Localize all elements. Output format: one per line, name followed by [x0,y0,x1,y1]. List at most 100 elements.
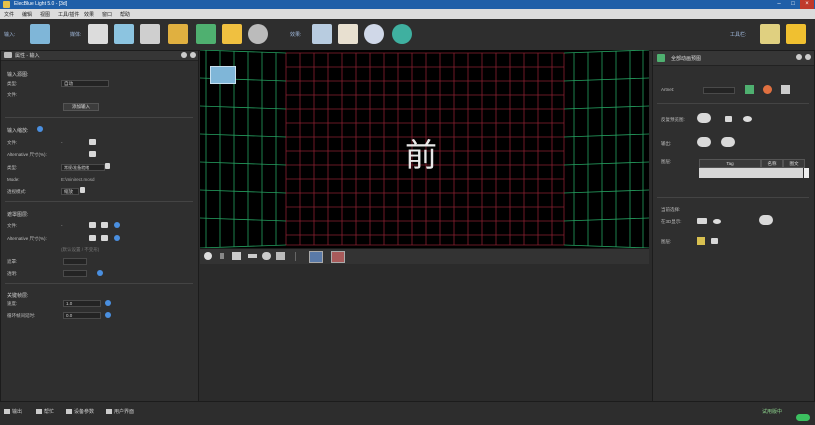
media-layers-icon[interactable] [168,24,188,44]
close-button[interactable]: × [800,0,814,9]
alt-browse-icon[interactable] [89,151,96,157]
menu-tools[interactable]: 工具/插件 [58,11,79,18]
type-select[interactable]: 自动 [61,80,109,87]
eye-icon[interactable] [743,116,752,122]
alt2-label: Alternative 尺寸(%): [7,236,47,241]
status-trial: 试用版中 [762,409,783,415]
viewport-toolbar [200,248,649,264]
artnet-record-icon[interactable] [763,85,772,94]
menu-window[interactable]: 窗口 [102,11,112,18]
blend-select[interactable]: 缩放 [61,188,79,195]
media-monitor-icon[interactable] [114,24,134,44]
speed-info-icon[interactable] [105,300,111,306]
info-icon[interactable] [37,126,43,132]
artnet-connect-icon[interactable] [745,85,754,94]
output-cloud2-icon[interactable] [721,137,735,147]
disc-icon[interactable] [364,24,384,44]
speed-input[interactable]: 1.0 [63,300,101,307]
view-camera-icon[interactable] [210,66,236,84]
camera-view-icon[interactable] [276,252,285,260]
alpha-input[interactable] [63,258,87,265]
media-sequence-icon[interactable] [196,24,216,44]
ruler-icon[interactable] [248,254,257,258]
divider [5,283,193,284]
binoculars-icon[interactable] [312,24,332,44]
selection-cloud-icon[interactable] [759,215,773,225]
menu-effects[interactable]: 效果 [84,11,94,18]
render-mode-icon[interactable] [331,251,345,263]
add-input-button[interactable]: 添加输入 [63,103,99,111]
mask-browse-icon[interactable] [89,222,96,228]
loop-info-icon[interactable] [105,312,111,318]
hint-text: (默认设置 / 不变形) [61,247,100,252]
help-tab-icon [36,409,42,415]
panel-pin-icon[interactable] [796,54,802,60]
table-header-tag[interactable]: Tag [699,159,761,168]
status-help[interactable]: 帮忙 [36,408,54,415]
empty-workspace [200,264,649,401]
layer-edit-icon[interactable] [711,238,718,244]
table-header-image[interactable]: 图文 [783,159,805,168]
media-color-icon[interactable] [222,24,242,44]
output-cloud-icon[interactable] [697,137,711,147]
current-selection-label: 当前选择: [661,207,681,212]
artnet-settings-icon[interactable] [781,85,790,94]
alt2-clear-icon[interactable] [101,235,108,241]
menu-view[interactable]: 视图 [40,11,50,18]
mask-info-icon[interactable] [114,222,120,228]
toolbar-media-label: 媒体: [70,32,82,38]
layer-table-body[interactable] [699,168,803,178]
blend-toggle-icon[interactable] [80,187,85,193]
opacity-input[interactable] [63,270,87,277]
alt2-browse-icon[interactable] [89,235,96,241]
preview-cloud-icon[interactable] [697,113,711,123]
panel-close-icon[interactable] [190,52,196,58]
media-panel-icon[interactable] [140,24,160,44]
minimize-button[interactable]: – [772,0,786,9]
blend-label: 透视模式: [7,189,27,194]
media-film-reel-icon[interactable] [248,24,268,44]
menu-help[interactable]: 帮助 [120,11,130,18]
animation-panel: 全部动画预图 Artnet: 反复预览图: 输出: 图层: Tag 名称 图文 … [652,50,815,402]
camera-icon[interactable] [725,116,732,122]
table-scroll-handle[interactable] [804,168,809,178]
status-output[interactable]: 输出 [4,408,22,415]
clipboard-icon[interactable] [338,24,358,44]
loop-input[interactable]: 0.0 [63,312,101,319]
status-device[interactable]: 设备参数 [66,408,94,415]
type2-select[interactable]: 常规/准备就绪 [61,164,105,171]
alt2-info-icon[interactable] [114,235,120,241]
toolbar-input-label: 输入: [4,32,16,38]
settings-tool-icon[interactable] [786,24,806,44]
mask-clear-icon[interactable] [101,222,108,228]
view-mode-icon[interactable] [309,251,323,263]
light-icon[interactable] [262,252,271,260]
menu-file[interactable]: 文件 [4,11,14,18]
opacity-info-icon[interactable] [97,270,103,276]
panel-pin-icon[interactable] [181,52,187,58]
toolbar-tools-label: 工具栏: [730,32,747,38]
effect-swirl-icon[interactable] [392,24,412,44]
star-tool-icon[interactable] [760,24,780,44]
properties-panel-header: 属性 - 输入 [1,51,198,61]
app-icon [3,1,10,8]
input-scale-title: 输入缩放: [7,128,29,134]
visible-toggle-icon[interactable] [697,218,707,224]
layer-lock-icon[interactable] [697,237,705,245]
menu-edit[interactable]: 编辑 [22,11,32,18]
status-ui[interactable]: 用户界面 [106,408,134,415]
maximize-button[interactable]: □ [786,0,800,9]
file-browse-icon[interactable] [89,139,96,145]
visibility-eye-icon[interactable] [713,219,721,224]
media-grid-icon[interactable] [88,24,108,44]
type2-toggle-icon[interactable] [105,163,110,169]
artnet-select[interactable] [703,87,735,94]
panel-close-icon[interactable] [805,54,811,60]
3d-viewport[interactable]: 前 [199,49,650,249]
help-icon[interactable] [204,252,212,260]
input-screen-icon[interactable] [30,24,50,44]
online-toggle[interactable] [796,414,810,421]
toolbar: 输入: 媒体: 效果: 工具栏: [0,19,815,51]
grid-view-icon[interactable] [232,252,241,260]
table-header-name[interactable]: 名称 [761,159,783,168]
